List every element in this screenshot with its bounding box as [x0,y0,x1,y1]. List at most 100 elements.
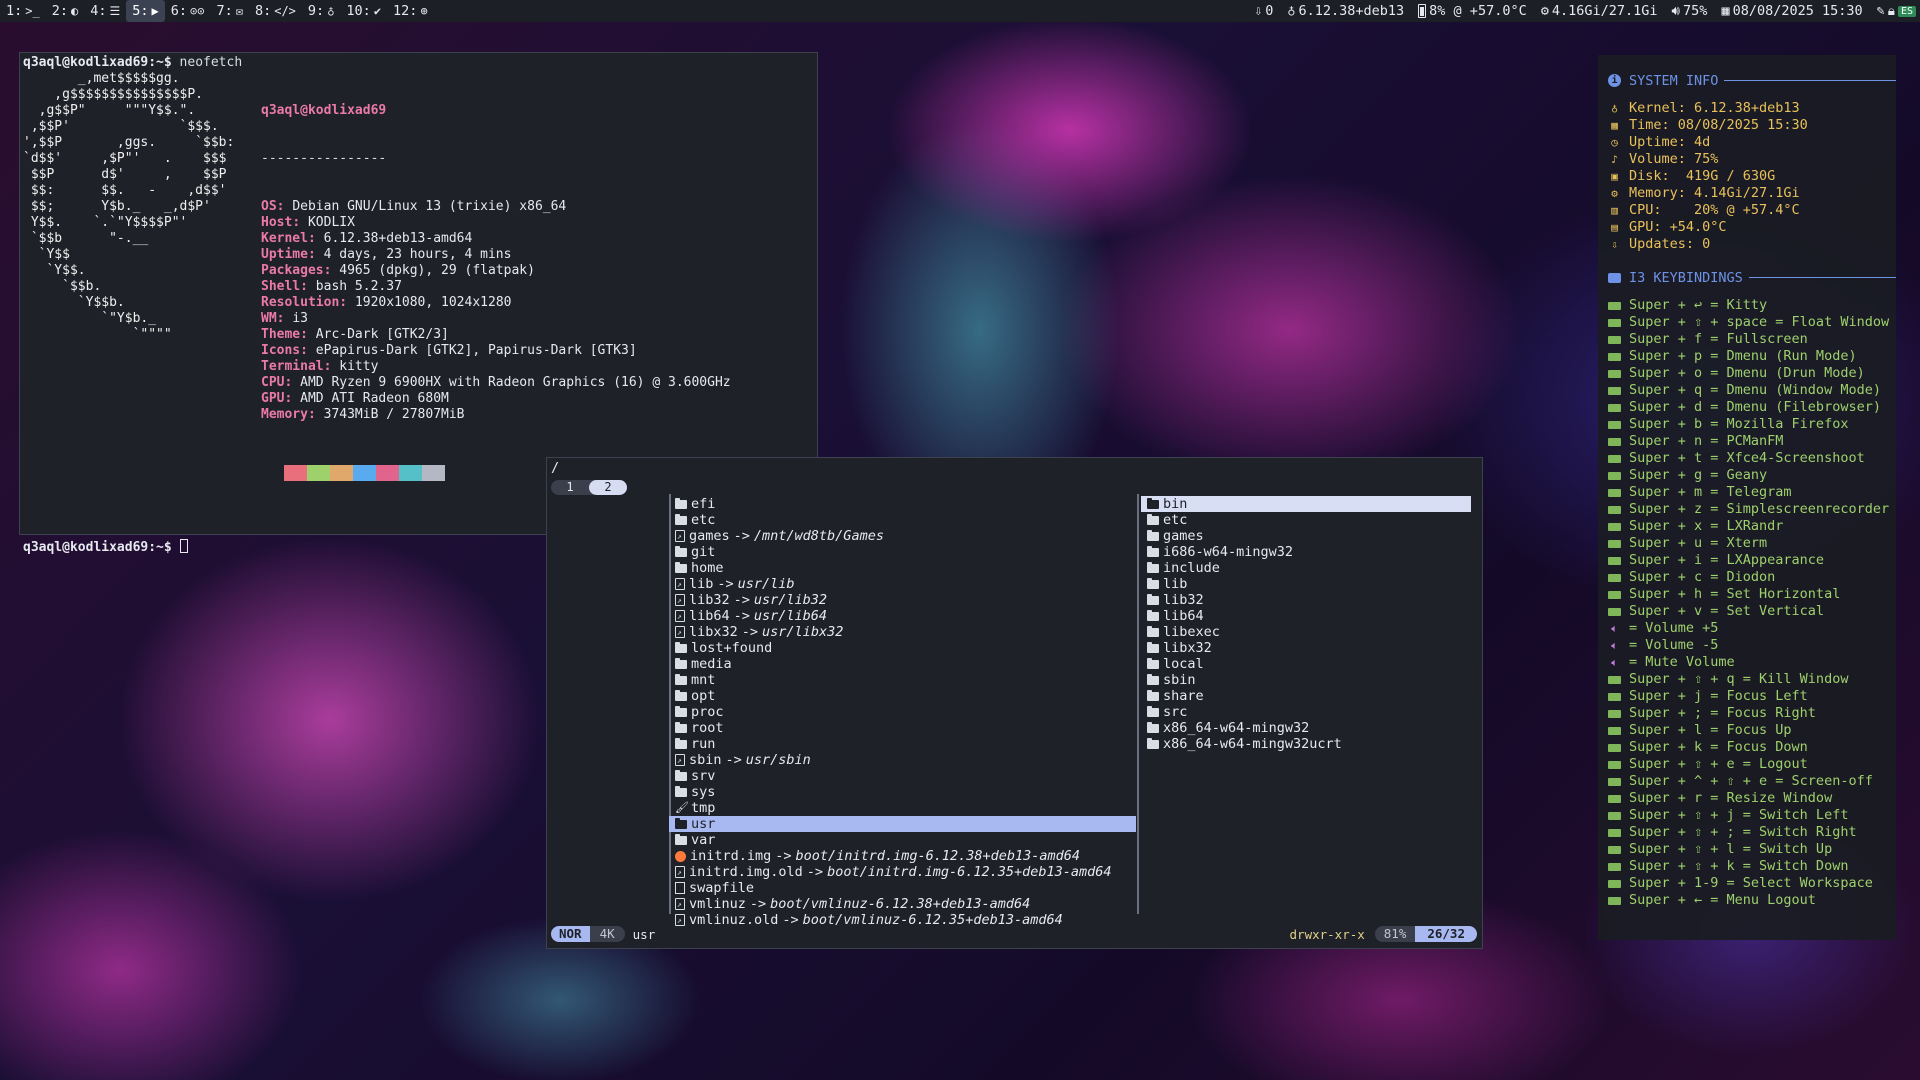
file-name: share [1163,688,1204,704]
section-title: SYSTEM INFO [1629,72,1719,89]
file-entry[interactable]: initrd.img -> boot/initrd.img-6.12.38+deb… [669,848,1136,864]
file-entry[interactable]: efi [669,496,1136,512]
file-name: sbin [689,752,722,768]
keybinding-text: Super + b = Mozilla Firefox [1629,416,1849,432]
file-entry[interactable]: run [669,736,1136,752]
preview-entry[interactable]: i686-w64-mingw32 [1141,544,1471,560]
folder-icon [1147,689,1159,701]
system-info-text: CPU: 20% @ +57.4°C [1629,202,1800,218]
workspace-6[interactable]: 6: ⊙⊙ [165,0,211,22]
file-entry[interactable]: git [669,544,1136,560]
folder-icon [1147,641,1159,653]
preview-pane: bin etc games i686-w64-mingw32 include lib lib… [1141,496,1471,752]
updates-indicator[interactable]: ⇩ 0 [1254,3,1273,19]
file-icon [675,882,685,894]
keybinding-row: Super + n = PCManFM [1608,433,1896,450]
workspace-icon: ✔ [373,4,382,18]
volume-indicator[interactable]: 🔊︎ 75% [1672,3,1708,19]
file-entry[interactable]: 🖌︎ tmp [669,800,1136,816]
workspace-number: 5: [132,3,149,19]
file-entry[interactable]: root [669,720,1136,736]
info-colon: : [292,215,308,230]
info-row: Kernel: 6.12.38+deb13-amd64 [261,231,731,247]
preview-entry[interactable]: local [1141,656,1471,672]
preview-entry[interactable]: games [1141,528,1471,544]
file-entry[interactable]: proc [669,704,1136,720]
file-entry[interactable]: media [669,656,1136,672]
preview-entry[interactable]: sbin [1141,672,1471,688]
preview-entry[interactable]: lib64 [1141,608,1471,624]
preview-entry[interactable]: libexec [1141,624,1471,640]
file-entry[interactable]: srv [669,768,1136,784]
color-swatch [330,465,353,481]
workspace-10[interactable]: 10: ✔ [340,0,387,22]
link-target: usr/sbin [745,752,811,768]
file-entry[interactable]: lib ->usr/lib [669,576,1136,593]
file-entry[interactable]: initrd.img.old ->boot/initrd.img-6.12.35… [669,864,1136,881]
keybinding-row: Super + b = Mozilla Firefox [1608,416,1896,433]
file-manager-window[interactable]: / 12 efietcgames ->/mnt/wd8tb/Gamesgitho… [546,457,1483,949]
cpu-icon [1418,4,1427,18]
file-entry[interactable]: lost+found [669,640,1136,656]
color-swatch [399,465,422,481]
workspace-9[interactable]: 9: ♁ [302,0,341,22]
workspace-1[interactable]: 1: >_ [0,0,46,22]
pen-icon[interactable]: ✎ [1877,3,1885,19]
preview-entry[interactable]: lib [1141,576,1471,592]
file-entry[interactable]: lib32 ->usr/lib32 [669,592,1136,609]
lock-icon[interactable]: 🔒︎ [1888,3,1895,19]
folder-icon [1147,513,1159,525]
file-entry[interactable]: opt [669,688,1136,704]
file-entry[interactable]: usr [669,816,1136,832]
folder-icon [675,545,687,557]
permissions: drwxr-xr-x [1289,926,1365,942]
tab-1[interactable]: 1 [551,480,589,495]
file-entry[interactable]: swapfile [669,880,1136,896]
file-entry[interactable]: games ->/mnt/wd8tb/Games [669,528,1136,545]
workspace-5[interactable]: 5: ▶ [126,0,165,22]
preview-entry[interactable]: etc [1141,512,1471,528]
tab-2[interactable]: 2 [589,480,627,495]
preview-entry[interactable]: include [1141,560,1471,576]
workspace-12[interactable]: 12: ⊕ [387,0,434,22]
keyboard-layout[interactable]: ES [1897,5,1916,17]
keybinding-text: Super + q = Dmenu (Window Mode) [1629,382,1881,398]
preview-entry[interactable]: x86_64-w64-mingw32ucrt [1141,736,1471,752]
file-entry[interactable]: etc [669,512,1136,528]
preview-entry[interactable]: lib32 [1141,592,1471,608]
workspace-8[interactable]: 8: </> [249,0,302,22]
file-entry[interactable]: libx32 ->usr/libx32 [669,624,1136,641]
keybinding-text: Super + ⇧ + l = Switch Up [1629,841,1833,857]
file-name: home [691,560,724,576]
keybinding-text: Super + l = Focus Up [1629,722,1792,738]
file-entry[interactable]: var [669,832,1136,848]
system-info-icon: ▥ [1611,204,1618,217]
workspace-2[interactable]: 2: ◐ [46,0,85,22]
preview-entry[interactable]: share [1141,688,1471,704]
workspace-number: 4: [90,3,107,19]
preview-entry[interactable]: bin [1141,496,1471,512]
keybinding-text: Super + t = Xfce4-Screenshoot [1629,450,1865,466]
file-entry[interactable]: sbin ->usr/sbin [669,752,1136,769]
keybinding-text: Super + ⇧ + ; = Switch Right [1629,824,1857,840]
link-arrow: -> [733,528,750,544]
keyboard-icon [1608,522,1621,531]
preview-entry[interactable]: x86_64-w64-mingw32 [1141,720,1471,736]
file-entry[interactable]: mnt [669,672,1136,688]
keyboard-icon [1608,420,1621,429]
file-entry[interactable]: home [669,560,1136,576]
file-entry[interactable]: lib64 ->usr/lib64 [669,608,1136,625]
info-colon: : [284,375,301,390]
workspace-4[interactable]: 4: ☰ [84,0,126,22]
symlink-icon [675,529,685,545]
file-name: lost+found [691,640,773,656]
file-name: srv [691,768,716,784]
preview-entry[interactable]: libx32 [1141,640,1471,656]
preview-entry[interactable]: src [1141,704,1471,720]
file-entry[interactable]: vmlinuz ->boot/vmlinuz-6.12.38+deb13-amd… [669,896,1136,913]
keybinding-text: Super + ⇧ + e = Logout [1629,756,1808,772]
volume-icon: 🔊︎ [1671,3,1681,19]
workspace-7[interactable]: 7: ✉ [210,0,249,22]
file-entry[interactable]: sys [669,784,1136,800]
file-name: efi [691,496,716,512]
